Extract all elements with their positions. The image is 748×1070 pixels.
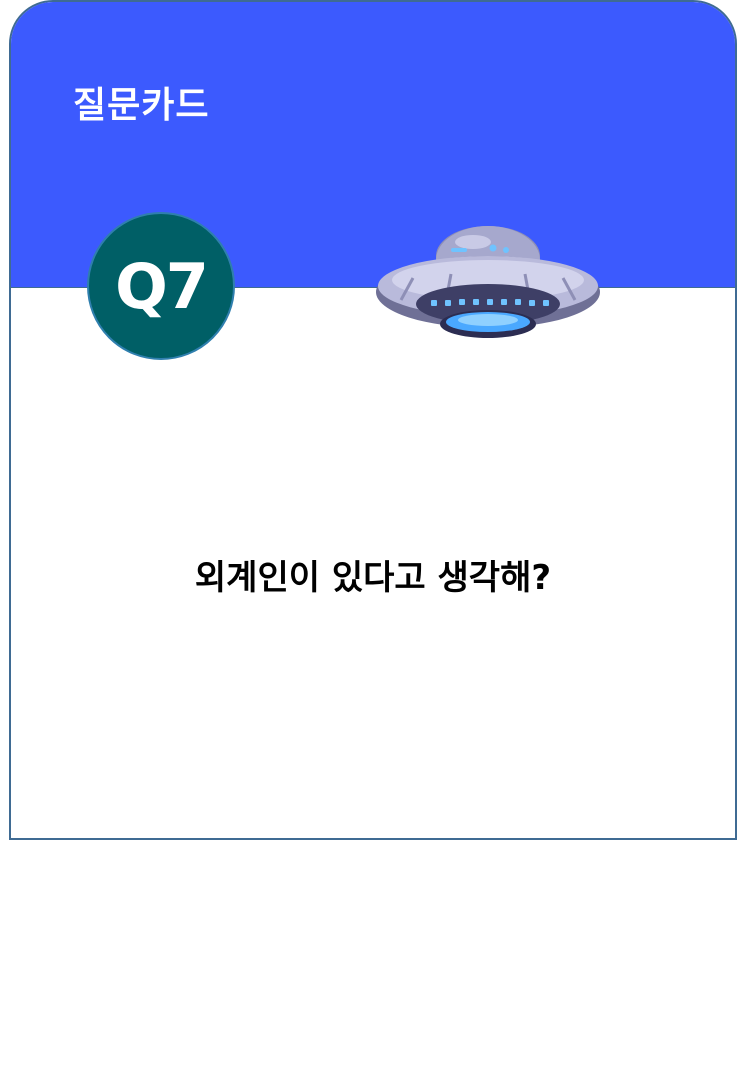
question-card: 질문카드 Q7 외계인이 있다고 생각해? [9, 0, 737, 840]
card-title: 질문카드 [73, 85, 210, 126]
question-text: 외계인이 있다고 생각해? [194, 558, 552, 598]
ufo-icon [376, 226, 600, 338]
question-number-badge: Q7 [87, 212, 235, 360]
